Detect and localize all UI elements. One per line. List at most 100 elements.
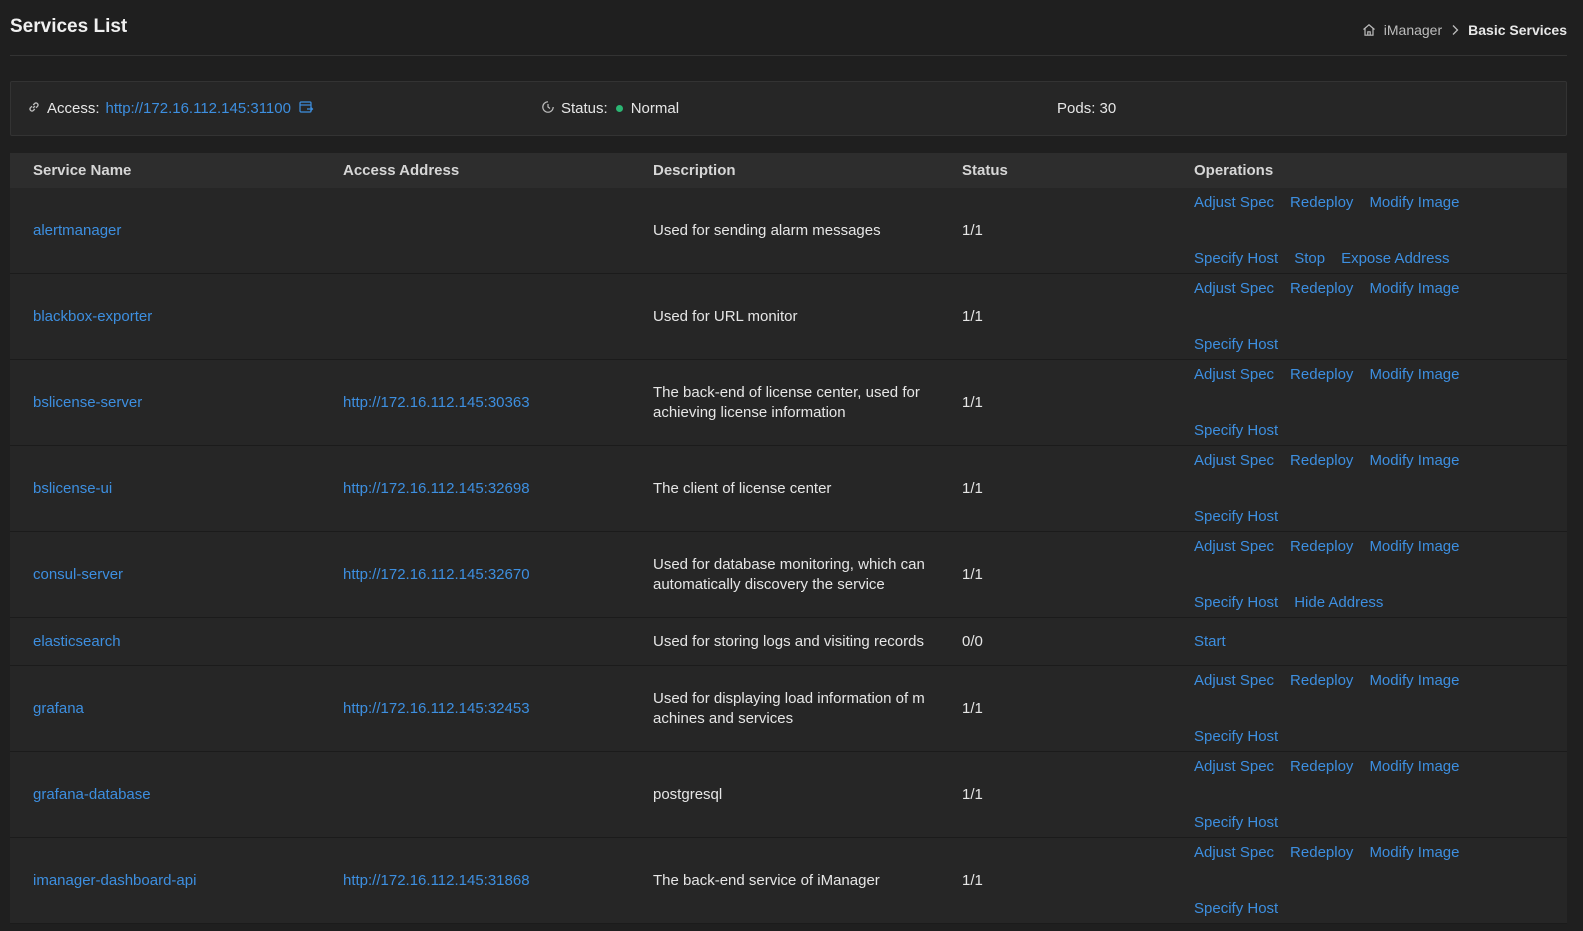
redeploy-button[interactable]: Redeploy xyxy=(1290,365,1353,385)
description-cell: The back-end service of iManager xyxy=(653,871,880,889)
service-name-cell: grafana xyxy=(10,700,320,717)
service-name-link[interactable]: grafana-database xyxy=(33,786,151,803)
adjust-spec-button[interactable]: Adjust Spec xyxy=(1194,451,1274,471)
redeploy-button[interactable]: Redeploy xyxy=(1290,193,1353,213)
service-name-link[interactable]: bslicense-server xyxy=(33,394,142,411)
modify-image-button[interactable]: Modify Image xyxy=(1369,365,1459,385)
operations-list: Adjust Spec Redeploy Modify Image Specify H… xyxy=(1194,279,1514,355)
specify-host-button[interactable]: Specify Host xyxy=(1194,593,1278,613)
description-cell: Used for URL monitor xyxy=(653,307,798,325)
status-cell: 1/1 xyxy=(962,872,983,889)
specify-host-button[interactable]: Specify Host xyxy=(1194,335,1278,355)
access-address-cell: http://172.16.112.145:30363 xyxy=(320,394,630,411)
status-cell: 1/1 xyxy=(962,700,983,717)
service-name-cell: blackbox-exporter xyxy=(10,308,320,325)
access-address-link[interactable]: http://172.16.112.145:32670 xyxy=(343,566,530,583)
stop-button[interactable]: Stop xyxy=(1294,249,1325,269)
modify-image-button[interactable]: Modify Image xyxy=(1369,537,1459,557)
service-name-cell: consul-server xyxy=(10,566,320,583)
access-url-link[interactable]: http://172.16.112.145:31100 xyxy=(106,100,291,117)
access-address-cell: http://172.16.112.145:31868 xyxy=(320,872,630,889)
redeploy-button[interactable]: Redeploy xyxy=(1290,843,1353,863)
page-title: Services List xyxy=(10,16,128,37)
table-row: grafana http://172.16.112.145:32453 Used f… xyxy=(10,666,1567,752)
modify-image-button[interactable]: Modify Image xyxy=(1369,193,1459,213)
table-body: alertmanager Used for sending alarm messa… xyxy=(10,188,1567,924)
operations-list: Start xyxy=(1194,632,1514,652)
modify-image-button[interactable]: Modify Image xyxy=(1369,843,1459,863)
service-name-cell: bslicense-server xyxy=(10,394,320,411)
modify-image-button[interactable]: Modify Image xyxy=(1369,757,1459,777)
status-cell: 1/1 xyxy=(962,566,983,583)
adjust-spec-button[interactable]: Adjust Spec xyxy=(1194,537,1274,557)
breadcrumb-home[interactable]: iManager xyxy=(1384,22,1442,38)
modify-image-button[interactable]: Modify Image xyxy=(1369,451,1459,471)
service-name-link[interactable]: alertmanager xyxy=(33,222,121,239)
redeploy-button[interactable]: Redeploy xyxy=(1290,279,1353,299)
table-row: alertmanager Used for sending alarm messa… xyxy=(10,188,1567,274)
column-header-status: Status xyxy=(962,162,1008,179)
open-external-icon[interactable] xyxy=(299,100,314,118)
breadcrumb-current: Basic Services xyxy=(1468,22,1567,38)
operations-cell: Adjust Spec Redeploy Modify Image Specify H… xyxy=(1171,365,1567,441)
description-cell: Used for database monitoring, which can … xyxy=(653,555,925,593)
redeploy-button[interactable]: Redeploy xyxy=(1290,671,1353,691)
access-label: Access: xyxy=(47,100,100,117)
adjust-spec-button[interactable]: Adjust Spec xyxy=(1194,193,1274,213)
redeploy-button[interactable]: Redeploy xyxy=(1290,537,1353,557)
status-value: Normal xyxy=(630,100,680,117)
specify-host-button[interactable]: Specify Host xyxy=(1194,249,1278,269)
specify-host-button[interactable]: Specify Host xyxy=(1194,813,1278,833)
adjust-spec-button[interactable]: Adjust Spec xyxy=(1194,843,1274,863)
service-name-cell: grafana-database xyxy=(10,786,320,803)
table-row: consul-server http://172.16.112.145:32670… xyxy=(10,532,1567,618)
modify-image-button[interactable]: Modify Image xyxy=(1369,279,1459,299)
adjust-spec-button[interactable]: Adjust Spec xyxy=(1194,279,1274,299)
redeploy-button[interactable]: Redeploy xyxy=(1290,451,1353,471)
pods-count: Pods: 30 xyxy=(1057,100,1117,117)
status-cell: 1/1 xyxy=(962,480,983,497)
description-cell: Used for storing logs and visiting recor… xyxy=(653,632,924,650)
service-name-link[interactable]: bslicense-ui xyxy=(33,480,112,497)
column-header-service-name: Service Name xyxy=(33,162,132,179)
service-name-link[interactable]: blackbox-exporter xyxy=(33,308,152,325)
access-address-link[interactable]: http://172.16.112.145:32698 xyxy=(343,480,530,497)
specify-host-button[interactable]: Specify Host xyxy=(1194,421,1278,441)
modify-image-button[interactable]: Modify Image xyxy=(1369,671,1459,691)
page: Services List iManager Basic Services Ac… xyxy=(0,0,1583,931)
status-cell: 0/0 xyxy=(962,633,983,650)
page-header: Services List iManager Basic Services xyxy=(10,0,1567,56)
table-row: grafana-database postgresql 1/1 Adjust Spec… xyxy=(10,752,1567,838)
operations-list: Adjust Spec Redeploy Modify Image Specify H… xyxy=(1194,451,1514,527)
access-address-link[interactable]: http://172.16.112.145:31868 xyxy=(343,872,530,889)
specify-host-button[interactable]: Specify Host xyxy=(1194,507,1278,527)
service-name-cell: bslicense-ui xyxy=(10,480,320,497)
service-name-link[interactable]: grafana xyxy=(33,700,84,717)
description-cell: Used for displaying load information of … xyxy=(653,689,925,727)
expose-address-button[interactable]: Expose Address xyxy=(1341,249,1449,269)
adjust-spec-button[interactable]: Adjust Spec xyxy=(1194,757,1274,777)
table-header: Service Name Access Address Description … xyxy=(10,153,1567,188)
specify-host-button[interactable]: Specify Host xyxy=(1194,899,1278,919)
status-label: Status: xyxy=(561,100,608,117)
start-button[interactable]: Start xyxy=(1194,632,1226,652)
access-address-link[interactable]: http://172.16.112.145:32453 xyxy=(343,700,530,717)
operations-cell: Adjust Spec Redeploy Modify Image Specify H… xyxy=(1171,451,1567,527)
adjust-spec-button[interactable]: Adjust Spec xyxy=(1194,365,1274,385)
breadcrumb: iManager Basic Services xyxy=(1362,22,1567,38)
redeploy-button[interactable]: Redeploy xyxy=(1290,757,1353,777)
pods-info: Pods: 30 xyxy=(1057,82,1116,135)
service-name-link[interactable]: consul-server xyxy=(33,566,123,583)
status-cell: 1/1 xyxy=(962,222,983,239)
adjust-spec-button[interactable]: Adjust Spec xyxy=(1194,671,1274,691)
home-icon[interactable] xyxy=(1362,23,1376,37)
operations-list: Adjust Spec Redeploy Modify Image Specify H… xyxy=(1194,193,1514,269)
access-address-link[interactable]: http://172.16.112.145:30363 xyxy=(343,394,530,411)
service-name-link[interactable]: elasticsearch xyxy=(33,633,121,650)
service-name-link[interactable]: imanager-dashboard-api xyxy=(33,872,196,889)
status-info: Status: Normal xyxy=(541,82,679,135)
hide-address-button[interactable]: Hide Address xyxy=(1294,593,1383,613)
specify-host-button[interactable]: Specify Host xyxy=(1194,727,1278,747)
operations-cell: Adjust Spec Redeploy Modify Image Specify H… xyxy=(1171,279,1567,355)
status-cell: 1/1 xyxy=(962,786,983,803)
